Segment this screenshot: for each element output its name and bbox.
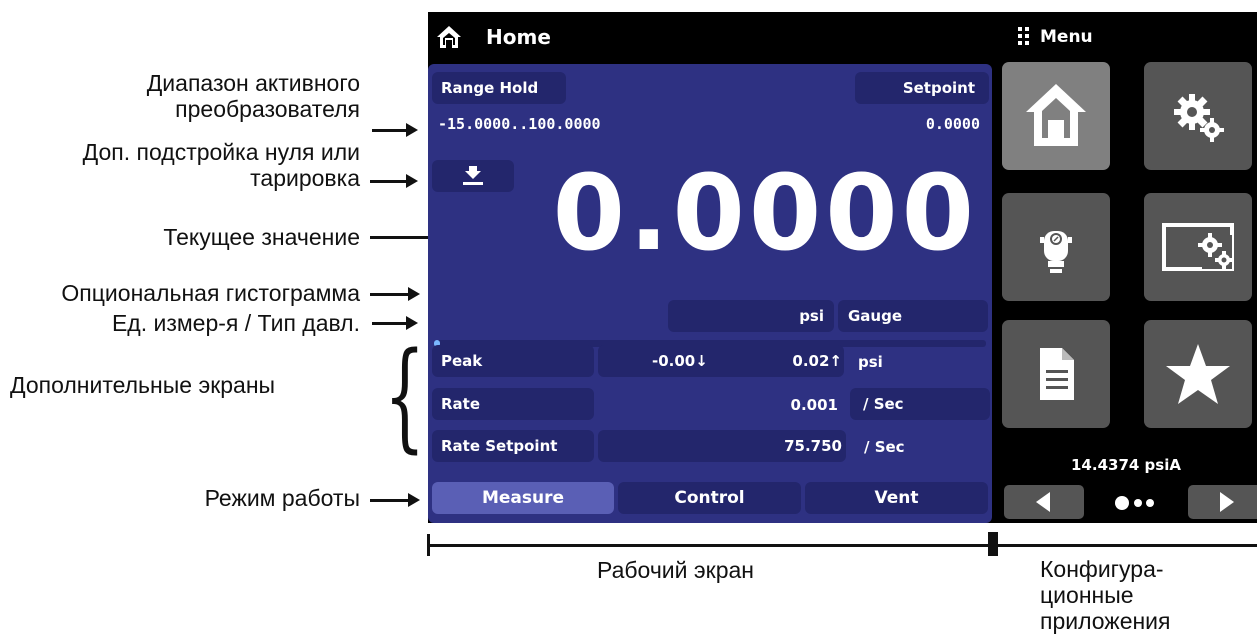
peak-max: 0.02↑ xyxy=(792,352,842,370)
unit-button[interactable]: psi xyxy=(668,300,834,332)
chevron-left-icon xyxy=(1036,492,1050,512)
span-tick-left xyxy=(427,534,430,556)
rate-setpoint-unit: / Sec xyxy=(864,438,905,456)
home-title[interactable]: Home xyxy=(486,25,551,49)
config-span-line xyxy=(996,544,1257,547)
zero-tare-button[interactable] xyxy=(432,160,514,192)
annotation-bargraph: Опциональная гистограмма xyxy=(61,280,360,306)
annotation-zero: Доп. подстройка нуля или тарировка xyxy=(82,139,360,191)
annotation-range: Диапазон активного преобразователя xyxy=(146,70,360,122)
gears-icon xyxy=(1174,94,1224,142)
arrow-zero xyxy=(370,174,418,188)
rate-label-chip[interactable]: Rate xyxy=(432,388,594,420)
work-screen-span-line xyxy=(428,544,991,547)
annotation-work-screen: Рабочий экран xyxy=(597,557,754,583)
rate-setpoint-value: 75.750 xyxy=(784,437,842,455)
home-icon[interactable] xyxy=(436,24,462,50)
setpoint-value: 0.0000 xyxy=(925,115,980,133)
range-hold-label: Range Hold xyxy=(441,79,539,97)
arrow-range xyxy=(372,123,418,137)
rate-unit-chip[interactable]: / Sec xyxy=(850,388,990,420)
main-value: 0.0000 xyxy=(552,152,978,274)
rate-unit: / Sec xyxy=(863,395,904,413)
peak-min: -0.00↓ xyxy=(652,352,708,370)
annotation-extra-screens: Дополнительные экраны xyxy=(10,372,276,398)
device-screen: Home Menu Range Hold -15.0000..100.0000 … xyxy=(428,12,1257,523)
app-settings-tile[interactable] xyxy=(1144,62,1252,170)
app-home-tile[interactable] xyxy=(1002,62,1110,170)
app-transducer-tile[interactable] xyxy=(1002,193,1110,301)
peak-label-chip[interactable]: Peak xyxy=(432,345,594,377)
brace: { xyxy=(384,326,426,464)
mode-control-button[interactable]: Control xyxy=(618,482,801,514)
run-screen-panel: Range Hold -15.0000..100.0000 Setpoint 0… xyxy=(428,64,992,523)
next-page-button[interactable] xyxy=(1188,485,1257,519)
app-favorites-tile[interactable] xyxy=(1144,320,1252,428)
menu-title[interactable]: Menu xyxy=(1040,27,1093,47)
annotation-config-apps: Конфигура- ционные приложения xyxy=(1040,556,1171,634)
star-icon xyxy=(1166,344,1230,404)
peak-values-chip[interactable]: -0.00↓ 0.02↑ xyxy=(598,345,844,377)
mode-measure-button[interactable]: Measure xyxy=(432,482,614,514)
prev-page-button[interactable] xyxy=(1004,485,1084,519)
rate-value: 0.001 xyxy=(790,396,838,414)
rate-setpoint-value-chip[interactable]: 75.750 xyxy=(598,430,846,462)
document-icon xyxy=(1040,348,1074,400)
arrow-bargraph xyxy=(370,287,420,301)
annotation-current-value: Текущее значение xyxy=(163,224,360,250)
menu-icon[interactable] xyxy=(1018,27,1030,45)
transducer-icon xyxy=(1040,231,1072,273)
app-documents-tile[interactable] xyxy=(1002,320,1110,428)
rate-label: Rate xyxy=(441,395,481,413)
home-icon xyxy=(1026,84,1086,146)
zero-tare-icon xyxy=(463,166,483,185)
annotation-units: Ед. измер-я / Тип давл. xyxy=(111,310,360,336)
arrow-units xyxy=(372,316,418,330)
peak-label: Peak xyxy=(441,352,483,370)
range-hold-button[interactable]: Range Hold xyxy=(432,72,566,104)
app-display-settings-tile[interactable] xyxy=(1144,193,1252,301)
rate-setpoint-label-chip[interactable]: Rate Setpoint xyxy=(432,430,594,462)
arrow-mode xyxy=(370,493,420,507)
setpoint-label: Setpoint xyxy=(902,79,975,97)
unit-label: psi xyxy=(799,307,824,325)
page-indicator xyxy=(1115,496,1154,510)
peak-unit: psi xyxy=(858,353,883,371)
top-bar: Home Menu xyxy=(428,12,1257,62)
barometer-reading: 14.4374 psiA xyxy=(1071,456,1181,474)
pressure-type-label: Gauge xyxy=(848,307,903,325)
display-settings-icon xyxy=(1162,223,1234,271)
annotation-mode: Режим работы xyxy=(204,485,360,511)
chevron-right-icon xyxy=(1220,492,1234,512)
pressure-type-button[interactable]: Gauge xyxy=(838,300,988,332)
setpoint-button[interactable]: Setpoint xyxy=(855,72,989,104)
mode-vent-button[interactable]: Vent xyxy=(805,482,988,514)
rate-setpoint-label: Rate Setpoint xyxy=(441,437,558,455)
range-value: -15.0000..100.0000 xyxy=(438,115,601,133)
